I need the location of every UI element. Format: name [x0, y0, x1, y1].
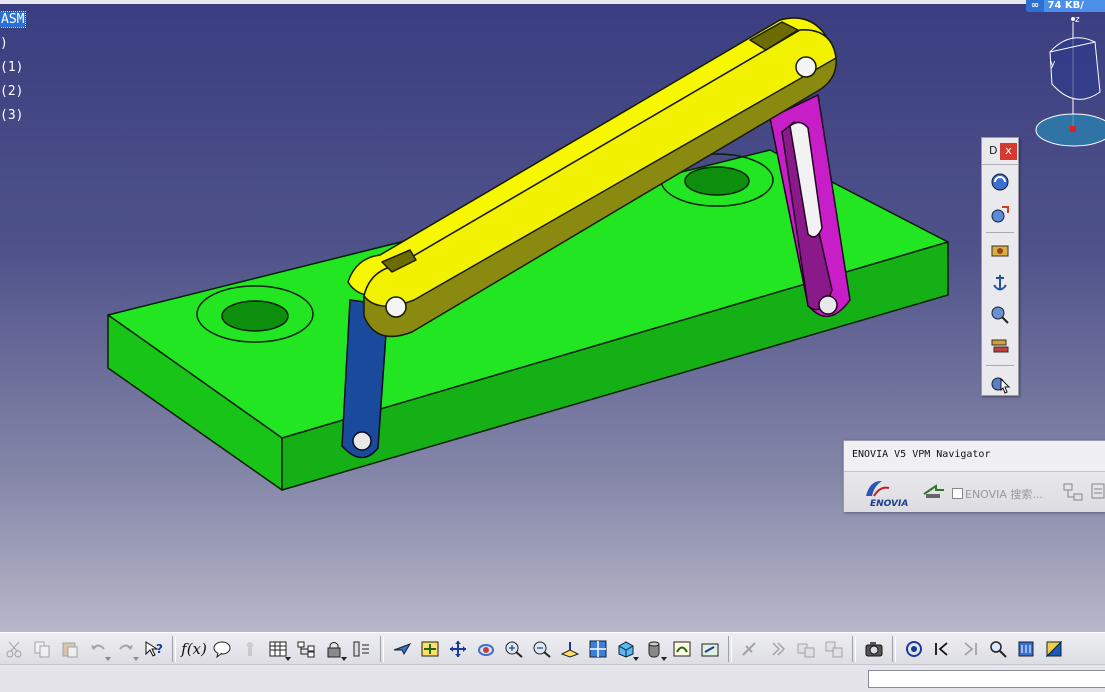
compass-z-label: z — [1075, 15, 1080, 25]
svg-text:?: ? — [156, 642, 163, 656]
assembly-model[interactable] — [0, 0, 1105, 632]
status-bar — [0, 664, 1105, 692]
enovia-search-label: ENOVIA 搜索... — [965, 488, 1043, 501]
tree-item[interactable]: ) — [0, 34, 25, 58]
next-arrow-icon[interactable] — [764, 635, 792, 663]
enovia-toolbar[interactable]: ENOVIA ENOVIA 搜索... — [844, 471, 1105, 512]
manipulate-icon[interactable] — [985, 199, 1015, 229]
enovia-navigator-panel[interactable]: ENOVIA V5 VPM Navigator ENOVIA ENOVIA 搜索… — [843, 440, 1105, 512]
toolbar-separator — [852, 636, 856, 662]
enovia-search-icon[interactable] — [922, 480, 946, 502]
multi-view-icon[interactable] — [584, 635, 612, 663]
product-structure-icon[interactable] — [292, 635, 320, 663]
normal-view-icon[interactable] — [556, 635, 584, 663]
undo-icon[interactable] — [84, 635, 112, 663]
zoom-out-icon[interactable] — [528, 635, 556, 663]
cut-icon[interactable] — [0, 635, 28, 663]
compass-widget[interactable]: z y — [1030, 12, 1105, 152]
fly-mode-icon[interactable] — [388, 635, 416, 663]
comment-icon[interactable] — [208, 635, 236, 663]
search-icon[interactable] — [984, 635, 1012, 663]
floating-toolbar-header[interactable]: D x — [982, 138, 1018, 165]
tree-item[interactable]: (2) — [0, 82, 25, 106]
toolbar-separator — [986, 365, 1014, 366]
rewind-icon[interactable] — [928, 635, 956, 663]
update-icon[interactable] — [985, 167, 1015, 197]
gear-search-icon[interactable] — [985, 300, 1015, 330]
hide-show-icon[interactable] — [668, 635, 696, 663]
toolbar-separator — [172, 636, 176, 662]
iso-view-icon[interactable] — [612, 635, 640, 663]
floating-toolbar-title: D — [989, 144, 998, 157]
select-cursor-icon[interactable] — [985, 369, 1015, 399]
swap-visible-space-icon[interactable] — [696, 635, 724, 663]
3d-viewport[interactable]: ASM ) (1) (2) (3) ∞ 74 KB/ z y D x ENOVI… — [0, 0, 1105, 632]
toolbar-separator — [986, 232, 1014, 233]
pan-icon[interactable] — [444, 635, 472, 663]
rotate-icon[interactable] — [472, 635, 500, 663]
whats-this-help-icon[interactable]: ? — [140, 635, 168, 663]
copy-icon[interactable] — [28, 635, 56, 663]
tree-item[interactable]: (1) — [0, 58, 25, 82]
anchor-icon[interactable] — [985, 268, 1015, 298]
standard-toolbar[interactable]: ? f(x) — [0, 632, 1105, 665]
compass-handle[interactable] — [1070, 126, 1076, 132]
zoom-in-icon[interactable] — [500, 635, 528, 663]
tree-item[interactable]: (3) — [0, 106, 25, 130]
catalog-icon[interactable] — [792, 635, 820, 663]
close-button[interactable]: x — [1000, 143, 1017, 160]
compass-y-label: y — [1050, 59, 1056, 69]
scene-list-icon[interactable] — [348, 635, 376, 663]
catalog-browser-icon[interactable] — [820, 635, 848, 663]
network-speed-chip: ∞ 74 KB/ — [1026, 0, 1105, 12]
apply-material-icon[interactable] — [1040, 635, 1068, 663]
ds-logo-icon — [866, 480, 890, 497]
enovia-logo-text: ENOVIA — [870, 499, 909, 509]
enovia-tree-icon[interactable] — [1062, 482, 1086, 502]
shading-icon[interactable] — [640, 635, 668, 663]
toolbar-separator — [728, 636, 732, 662]
target-icon[interactable] — [900, 635, 928, 663]
forward-icon[interactable] — [956, 635, 984, 663]
power-input-field[interactable] — [868, 670, 1105, 688]
table-icon[interactable] — [264, 635, 292, 663]
enovia-panel-title: ENOVIA V5 VPM Navigator — [852, 449, 991, 460]
enovia-list-icon[interactable] — [1090, 482, 1105, 502]
exploded-view-icon[interactable] — [985, 332, 1015, 362]
tree-item-root[interactable]: ASM — [0, 10, 27, 34]
knowledge-icon[interactable] — [236, 635, 264, 663]
infinity-icon: ∞ — [1026, 0, 1044, 12]
enovia-search-checkbox[interactable] — [952, 488, 963, 499]
floating-toolbar[interactable]: D x — [981, 137, 1019, 396]
sectioning-icon[interactable] — [736, 635, 764, 663]
fit-all-in-icon[interactable] — [416, 635, 444, 663]
measure-icon[interactable] — [1012, 635, 1040, 663]
toolbar-separator — [892, 636, 896, 662]
redo-icon[interactable] — [112, 635, 140, 663]
formula-icon[interactable]: f(x) — [180, 635, 208, 663]
lock-icon[interactable] — [320, 635, 348, 663]
specification-tree[interactable]: ASM ) (1) (2) (3) — [0, 10, 27, 130]
assembly-constraint-icon[interactable] — [985, 236, 1015, 266]
camera-icon[interactable] — [860, 635, 888, 663]
toolbar-separator — [380, 636, 384, 662]
network-speed-label: 74 KB/ — [1047, 0, 1084, 11]
paste-icon[interactable] — [56, 635, 84, 663]
